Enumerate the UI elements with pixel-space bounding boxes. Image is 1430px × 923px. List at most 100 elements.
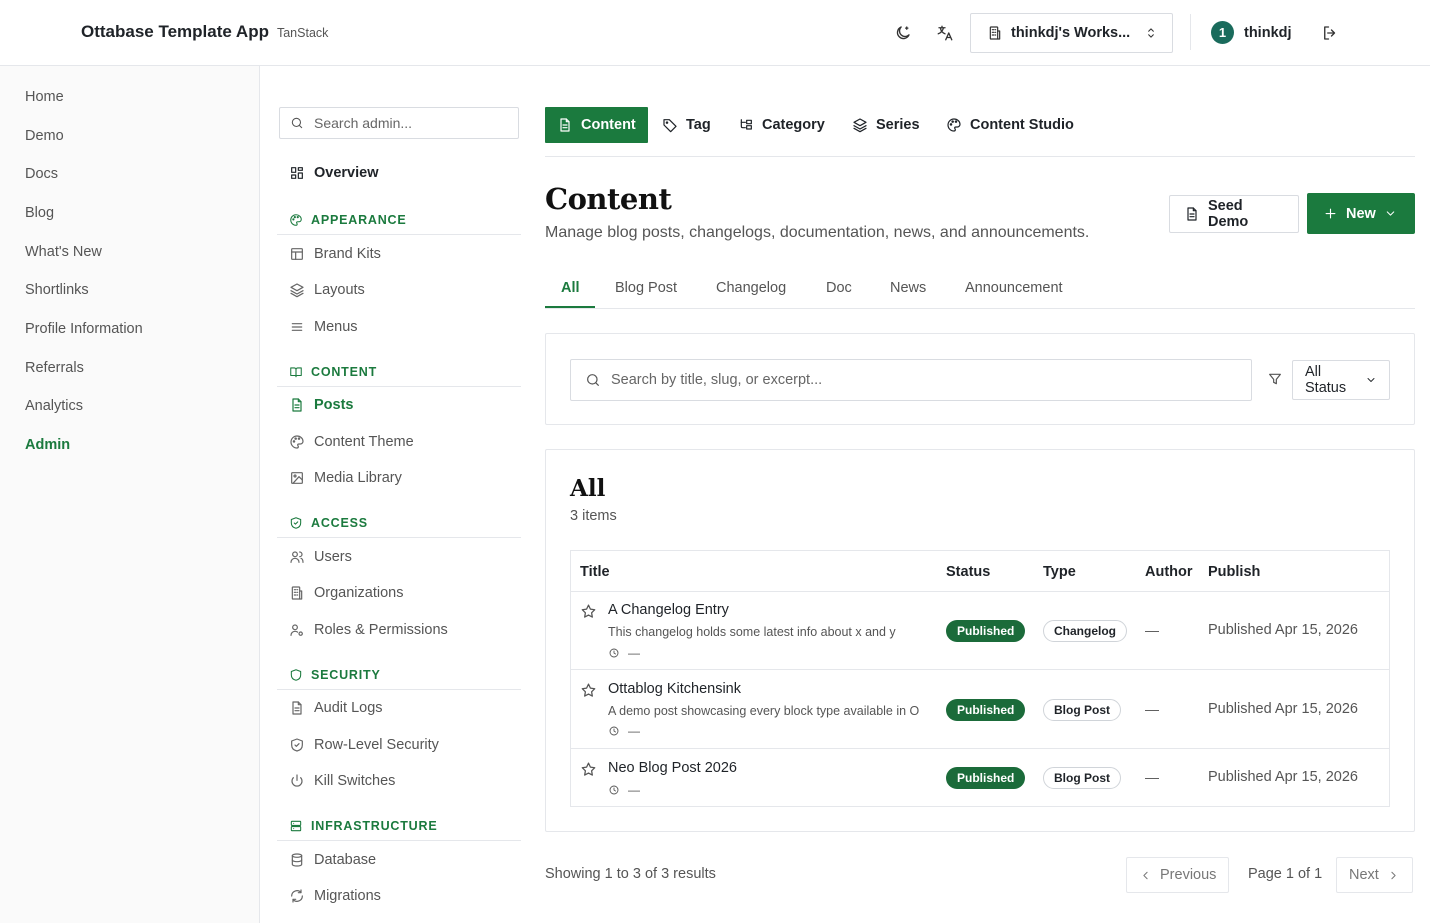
type-tab-blog-post[interactable]: Blog Post [615, 280, 677, 307]
sidebar-item-audit-logs[interactable]: Audit Logs [289, 700, 383, 716]
workspace-label: thinkdj's Works... [1011, 25, 1131, 41]
sidebar-item-users[interactable]: Users [289, 549, 352, 565]
table-row[interactable]: Ottablog Kitchensink A demo post showcas… [571, 670, 1389, 749]
brand[interactable]: Ottabase Template App TanStack [81, 22, 328, 42]
sidebar-item-label: Migrations [314, 888, 381, 904]
sidebar-item-label: Audit Logs [314, 700, 383, 716]
publish-cell: Published Apr 15, 2026 [1208, 622, 1358, 638]
tab-content[interactable]: Content [545, 107, 648, 143]
author-cell: — [1145, 769, 1159, 785]
tab-category[interactable]: Category [726, 107, 837, 143]
column-header-title[interactable]: Title [580, 564, 610, 580]
chevron-up-down-icon [1144, 26, 1158, 40]
sidebar-item-menus[interactable]: Menus [289, 319, 358, 335]
user-menu[interactable]: 1 thinkdj [1211, 21, 1292, 44]
sidebar-item-brand-kits[interactable]: Brand Kits [289, 246, 381, 262]
page-title: Content [545, 182, 672, 216]
seed-demo-button[interactable]: Seed Demo [1169, 195, 1299, 233]
shield-icon [289, 668, 303, 682]
chevron-left-icon [1139, 869, 1152, 882]
sidebar-item-organizations[interactable]: Organizations [289, 585, 403, 601]
type-badge: Blog Post [1043, 699, 1121, 721]
publish-cell: Published Apr 15, 2026 [1208, 701, 1358, 717]
row-excerpt: This changelog holds some latest info ab… [608, 625, 896, 639]
nav-item-whats-new[interactable]: What's New [25, 244, 102, 260]
moon-icon[interactable] [892, 22, 914, 44]
sidebar-item-label: Brand Kits [314, 246, 381, 262]
sidebar-item-roles-permissions[interactable]: Roles & Permissions [289, 622, 448, 638]
type-tab-changelog[interactable]: Changelog [716, 280, 786, 307]
building-icon [289, 585, 305, 601]
column-header-author[interactable]: Author [1145, 564, 1193, 580]
page-indicator: Page 1 of 1 [1248, 866, 1323, 882]
type-tab-news[interactable]: News [890, 280, 926, 307]
section-security: SECURITY [277, 668, 521, 690]
row-title[interactable]: Ottablog Kitchensink [608, 681, 741, 697]
type-tab-doc[interactable]: Doc [826, 280, 852, 307]
sidebar-item-migrations[interactable]: Migrations [289, 888, 381, 904]
sidebar-item-media-library[interactable]: Media Library [289, 470, 402, 486]
palette-icon [289, 434, 305, 450]
admin-search-box[interactable] [279, 107, 519, 139]
table-row[interactable]: A Changelog Entry This changelog holds s… [571, 592, 1389, 670]
page-subtitle: Manage blog posts, changelogs, documenta… [545, 224, 1090, 241]
sidebar-item-posts[interactable]: Posts [289, 397, 354, 413]
row-title[interactable]: Neo Blog Post 2026 [608, 760, 737, 776]
column-header-type[interactable]: Type [1043, 564, 1076, 580]
clock-icon [608, 725, 620, 737]
filter-icon[interactable] [1267, 371, 1283, 387]
sidebar-item-content-theme[interactable]: Content Theme [289, 434, 414, 450]
shield-check-icon [289, 737, 305, 753]
nav-item-docs[interactable]: Docs [25, 166, 58, 182]
star-icon[interactable] [580, 682, 597, 699]
content-search-box[interactable] [570, 359, 1252, 401]
nav-item-home[interactable]: Home [25, 89, 64, 105]
row-meta-value: — [628, 783, 640, 797]
users-icon [289, 549, 305, 565]
star-icon[interactable] [580, 603, 597, 620]
section-title: APPEARANCE [311, 213, 407, 227]
tab-label: Tag [686, 117, 711, 133]
status-filter-value: All Status [1305, 364, 1347, 396]
app-subtitle: TanStack [276, 26, 329, 40]
column-header-status[interactable]: Status [946, 564, 990, 580]
nav-item-analytics[interactable]: Analytics [25, 398, 83, 414]
sidebar-item-label: Content Theme [314, 434, 414, 450]
nav-item-shortlinks[interactable]: Shortlinks [25, 282, 89, 298]
next-page-button[interactable]: Next [1336, 857, 1413, 893]
layers-icon [852, 117, 868, 133]
content-search-input[interactable] [611, 372, 1231, 388]
previous-page-button[interactable]: Previous [1126, 857, 1230, 893]
sidebar-item-kill-switches[interactable]: Kill Switches [289, 773, 395, 789]
tab-series[interactable]: Series [840, 107, 932, 143]
nav-item-demo[interactable]: Demo [25, 128, 64, 144]
nav-item-referrals[interactable]: Referrals [25, 360, 84, 376]
nav-item-blog[interactable]: Blog [25, 205, 54, 221]
row-title[interactable]: A Changelog Entry [608, 602, 729, 618]
translate-icon[interactable] [934, 22, 956, 44]
tab-content-studio[interactable]: Content Studio [934, 107, 1086, 143]
sidebar-item-label: Users [314, 549, 352, 565]
list-title: All [570, 475, 606, 502]
sidebar-item-database[interactable]: Database [289, 852, 376, 868]
sidebar-item-layouts[interactable]: Layouts [289, 282, 365, 298]
new-button[interactable]: New [1307, 193, 1415, 234]
sidebar-item-row-level-security[interactable]: Row-Level Security [289, 737, 439, 753]
table-row[interactable]: Neo Blog Post 2026 — Published Blog Post… [571, 749, 1389, 806]
status-filter-select[interactable]: All Status [1292, 360, 1390, 400]
logout-icon[interactable] [1319, 22, 1341, 44]
sidebar-item-overview[interactable]: Overview [289, 165, 379, 181]
star-icon[interactable] [580, 761, 597, 778]
type-tab-all[interactable]: All [561, 280, 580, 307]
seed-demo-label: Seed Demo [1208, 198, 1249, 230]
section-title: INFRASTRUCTURE [311, 819, 438, 833]
sidebar-item-label: Kill Switches [314, 773, 396, 789]
nav-item-profile-information[interactable]: Profile Information [25, 321, 143, 337]
admin-search-input[interactable] [314, 115, 504, 131]
workspace-switcher[interactable]: thinkdj's Works... [970, 13, 1173, 53]
nav-item-admin[interactable]: Admin [25, 437, 70, 453]
tab-tag[interactable]: Tag [650, 107, 723, 143]
column-header-publish[interactable]: Publish [1208, 564, 1260, 580]
section-title: CONTENT [311, 365, 378, 379]
type-tab-announcement[interactable]: Announcement [965, 280, 1063, 307]
